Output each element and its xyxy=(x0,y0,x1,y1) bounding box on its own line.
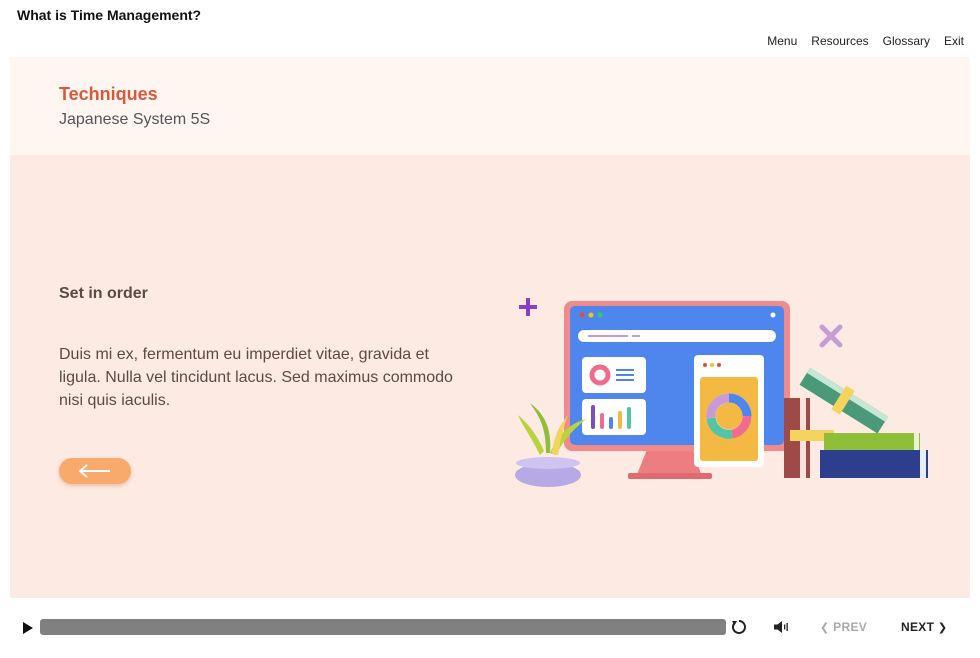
content-heading: Set in order xyxy=(59,285,148,302)
glossary-link[interactable]: Glossary xyxy=(883,34,930,48)
content-body: Duis mi ex, fermentum eu imperdiet vitae… xyxy=(59,346,453,409)
prev-label: PREV xyxy=(833,620,868,634)
replay-icon[interactable] xyxy=(730,618,748,636)
section-subtitle: Japanese System 5S xyxy=(59,111,211,128)
menu-link[interactable]: Menu xyxy=(767,34,797,48)
chevron-right-icon: ❯ xyxy=(937,622,948,634)
slide-header: Techniques Japanese System 5S xyxy=(10,57,970,155)
next-label: NEXT xyxy=(901,620,935,634)
prev-button[interactable]: ❮ PREV xyxy=(820,620,867,634)
back-button[interactable] xyxy=(59,458,131,484)
section-title: Techniques xyxy=(59,84,158,104)
arrow-left-icon xyxy=(78,464,110,478)
computer-illustration xyxy=(515,298,928,487)
volume-icon[interactable] xyxy=(773,620,789,634)
plus-icon xyxy=(519,298,537,316)
chevron-left-icon: ❮ xyxy=(820,622,830,634)
top-nav: Menu Resources Glossary Exit xyxy=(767,34,964,48)
next-button[interactable]: NEXT ❯ xyxy=(901,620,947,634)
play-icon[interactable] xyxy=(22,621,34,635)
x-icon xyxy=(819,324,843,348)
player-controls: ❮ PREV NEXT ❯ xyxy=(0,598,980,658)
progress-bar[interactable] xyxy=(40,619,726,635)
slide-content: Set in order Duis mi ex, fermentum eu im… xyxy=(10,155,970,598)
exit-link[interactable]: Exit xyxy=(944,34,964,48)
books-icon xyxy=(784,367,928,478)
resources-link[interactable]: Resources xyxy=(811,34,868,48)
course-title: What is Time Management? xyxy=(17,7,202,23)
